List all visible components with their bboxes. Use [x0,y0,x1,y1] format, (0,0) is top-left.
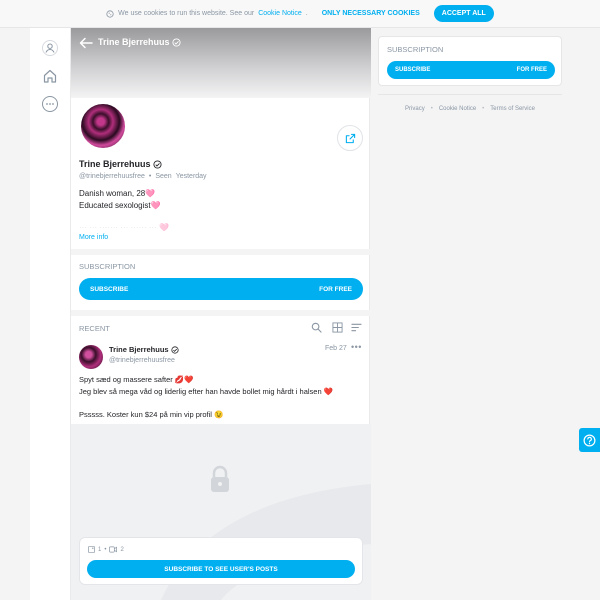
media-counts: 1 • 2 [88,546,124,553]
bio-line-1: Danish woman, 28🩷 [79,189,156,198]
lock-icon [208,464,232,494]
recent-title: RECENT [79,324,110,333]
sidebar-subscribe-price: FOR FREE [516,67,547,73]
post-author-name[interactable]: Trine Bjerrehuus [109,345,179,354]
footer-links: Privacy • Cookie Notice • Terms of Servi… [378,106,562,112]
privacy-link[interactable]: Privacy [405,106,425,112]
post-date: Feb 27 [325,345,347,352]
count-separator: • [104,546,107,553]
sort-icon[interactable] [351,322,362,333]
handle-text: @trinebjerrehuusfree [79,173,145,180]
photo-icon [88,546,95,553]
handle-separator: • [148,173,152,180]
sidebar-subscription-card: SUBSCRIPTION SUBSCRIBE FOR FREE [378,36,562,86]
profile-name-text: Trine Bjerrehuus [79,159,151,169]
cookie-message: We use cookies to run this website. See … [106,9,308,18]
locked-post-media: 1 • 2 SUBSCRIBE TO SEE USER'S POSTS [71,424,371,600]
profile-handle: @trinebjerrehuusfree • Seen Yesterday [79,173,207,180]
footer-dot: • [430,106,433,112]
subscription-title: SUBSCRIPTION [79,262,136,271]
cookie-notice-footer-link[interactable]: Cookie Notice [439,106,476,112]
seen-when: Yesterday [175,173,207,180]
profile-name: Trine Bjerrehuus [79,159,162,169]
sidebar-subscribe-label: SUBSCRIBE [395,67,431,73]
search-icon[interactable] [311,322,322,333]
video-count: 2 [120,546,124,553]
cookie-notice-link[interactable]: Cookie Notice [258,10,302,17]
video-icon [109,546,118,553]
seen-label: Seen [155,173,172,180]
post-author-handle: @trinebjerrehuusfree [109,357,175,364]
cookie-icon [106,9,114,18]
bio-line-2: Educated sexologist🩷 [79,201,161,210]
post-text-line-2: Jeg blev så mega våd og liderlig efter h… [79,387,334,396]
home-icon[interactable] [42,68,58,84]
help-button[interactable] [579,428,600,452]
grid-view-icon[interactable] [332,322,343,333]
more-info-link[interactable]: More info [79,234,108,241]
cookie-banner: We use cookies to run this website. See … [0,0,600,28]
post-text-line-1: Spyt sæd og massere safter 💋❤️ [79,375,194,384]
photo-count: 1 [98,546,102,553]
verified-icon [152,159,162,169]
bio-faded-line: ··· ··· ······· ··· ······ ··· 🩷 [79,223,169,232]
profile-avatar[interactable] [79,102,127,150]
terms-link[interactable]: Terms of Service [490,106,535,112]
cover-title: Trine Bjerrehuus [98,37,181,47]
user-avatar-icon[interactable] [42,40,58,56]
verified-icon [171,37,181,47]
post-author-text: Trine Bjerrehuus [109,345,169,354]
subscribe-price: FOR FREE [319,285,352,293]
profile-bio: Danish woman, 28🩷 Educated sexologist🩷 [79,188,161,212]
sidebar-subscription-title: SUBSCRIPTION [387,45,444,54]
footer-dot: • [482,106,485,112]
share-icon [345,133,355,143]
more-options-icon[interactable] [42,96,58,112]
verified-icon [171,345,179,354]
help-icon [583,434,596,446]
section-divider [71,249,371,255]
subscribe-button[interactable]: SUBSCRIBE FOR FREE [79,278,363,300]
cookie-text: We use cookies to run this website. See … [118,10,255,17]
accept-all-button[interactable]: ACCEPT ALL [433,5,494,22]
sidebar-subscribe-button[interactable]: SUBSCRIBE FOR FREE [387,61,555,79]
cover-title-text: Trine Bjerrehuus [98,37,170,47]
subscribe-to-see-posts-button[interactable]: SUBSCRIBE TO SEE USER'S POSTS [87,560,355,578]
sidebar-divider [378,94,562,95]
left-nav [30,28,70,600]
back-arrow-icon[interactable] [79,37,93,49]
only-necessary-button[interactable]: ONLY NECESSARY COOKIES [316,10,426,17]
post-more-icon[interactable]: ••• [351,342,362,352]
post-author-avatar[interactable] [79,345,103,369]
locked-post-panel: 1 • 2 SUBSCRIBE TO SEE USER'S POSTS [79,537,363,585]
cookie-dot: . [305,10,308,17]
subscribe-label: SUBSCRIBE [90,285,129,293]
post-text-line-3: Psssss. Koster kun $24 på min vip profil… [79,410,224,419]
section-divider [71,310,371,316]
share-button[interactable] [337,125,363,151]
profile-main: Trine Bjerrehuus Trine Bjerrehuus @trine… [70,28,371,600]
